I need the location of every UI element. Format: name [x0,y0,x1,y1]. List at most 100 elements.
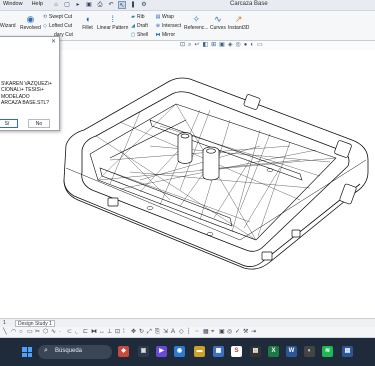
revolved-cut-button[interactable]: ◉ Revolved [20,14,41,31]
trim-icon[interactable]: ✂ [35,329,40,336]
home-icon[interactable]: ⌂ [52,1,60,9]
no-button[interactable]: No [28,119,50,128]
wrap-label: Wrap [162,14,174,20]
stretch-icon[interactable]: ⇲ [163,329,168,336]
rotate-icon[interactable]: ↻ [139,329,144,336]
belt-icon[interactable]: ◎ [227,329,232,336]
fillet-label: Fillet [82,25,93,31]
dimension-icon[interactable]: ↔ [99,329,105,336]
menu-help[interactable]: Help [32,1,43,7]
zoom-fit-icon[interactable]: ⊡ [180,41,185,49]
centerline-icon[interactable]: ┈ [195,329,199,336]
arc-icon[interactable]: ◠ [11,329,16,336]
linear-pattern-button[interactable]: ⁞ Linear Pattern [97,14,128,31]
view-settings-icon[interactable]: ▭ [257,41,263,49]
polygon-icon[interactable]: ⬡ [43,329,48,336]
task-view-icon[interactable]: ▣ [138,346,149,357]
menu-window[interactable]: Window [3,1,23,7]
search-icon: ⌕ [44,347,48,354]
windows-start-icon[interactable] [22,347,32,357]
yes-button[interactable]: Sí [0,119,18,128]
hole-wizard-button[interactable]: Wizard [0,23,16,29]
fillet-button[interactable]: ◖ Fillet [82,14,93,31]
plane-icon[interactable]: ◇ [179,329,184,336]
previous-view-icon[interactable]: ↩ [194,41,199,49]
wrap-button[interactable]: ▤ Wrap [155,14,174,20]
hide-show-items-icon[interactable]: ◎ [235,41,240,49]
grid-icon[interactable]: ▦ [203,329,209,336]
apply-scene-icon[interactable]: ◐ [250,41,254,49]
edit-appearance-icon[interactable]: ● [244,41,248,49]
view-orientation-icon[interactable]: ▣ [219,41,225,49]
exit-sketch-icon[interactable]: ⇥ [251,329,256,336]
slot-icon[interactable]: ⊂ [67,329,72,336]
teams-icon[interactable]: ▶ [156,346,167,357]
shell-button[interactable]: ▢ Shell [130,32,149,38]
display-style-icon[interactable]: ◈ [228,41,233,49]
mirror-label: Mirror [162,32,176,38]
store-icon[interactable]: ▦ [213,346,224,357]
edge-icon[interactable]: ◉ [174,346,185,357]
block-icon[interactable]: ▣ [219,329,225,336]
zoom-area-icon[interactable]: ⌕ [188,41,191,49]
tab-model[interactable]: 1 [3,320,6,326]
print-icon[interactable]: ⎙ [96,1,104,9]
rectangle-icon[interactable]: ▭ [27,329,33,336]
photos-icon[interactable]: ◐ [304,346,315,357]
mirror-button[interactable]: ⧓ Mirror [155,32,176,38]
relation-icon[interactable]: ⊥ [107,329,112,336]
close-icon[interactable]: ✕ [51,38,56,45]
options-icon[interactable]: ⚙ [140,1,148,9]
pattern-sketch-icon[interactable]: ⁞ [123,329,125,336]
point-icon[interactable]: · [59,329,61,336]
scale-icon[interactable]: ⤢ [147,329,152,336]
file-explorer-icon[interactable]: ▬ [194,346,205,357]
construction-icon[interactable]: ┆ [187,329,191,336]
curves-label: Curves [210,25,226,31]
solidworks-icon[interactable]: S [231,346,242,357]
swept-cut-button[interactable]: ⟲ Swept Cut [42,14,72,20]
copy-icon[interactable]: ⎘ [155,329,160,336]
rib-button[interactable]: ▰ Rib [130,14,144,20]
instant3d-button[interactable]: ↗ Instant3D [228,14,249,31]
draft-button[interactable]: ◢ Draft [130,23,148,29]
undo-icon[interactable]: ↶ [107,1,115,9]
open-icon[interactable]: ▸ [74,1,82,9]
intersect-icon: ⊕ [155,23,161,29]
intersect-button[interactable]: ⊕ Intersect [155,23,181,29]
shell-icon: ▢ [130,32,136,38]
line-icon[interactable]: ╲ [3,329,7,336]
section-view-icon[interactable]: ◧ [202,41,208,49]
fillet-sketch-icon[interactable]: ◟ [75,329,77,336]
app-icon[interactable]: ▤ [250,346,261,357]
excel-icon[interactable]: X [268,346,279,357]
check-sketch-icon[interactable]: ✓ [235,329,240,336]
move-icon[interactable]: ✥ [131,329,136,336]
repair-icon[interactable]: ⚒ [243,329,248,336]
rebuild-icon[interactable]: ❚ [129,1,137,9]
tab-design-study[interactable]: Design Study 1 [15,320,55,327]
draft-label: Draft [137,23,148,29]
document-icon[interactable]: ▤ [342,346,353,357]
quick-access-toolbar: ⌂ ▢ ▸ ▣ ⎙ ↶ ↖ ❚ ⚙ [52,1,148,9]
mirror-sketch-icon[interactable]: ⧓ [91,329,97,336]
curves-button[interactable]: ∿ Curves [210,14,226,31]
taskbar-search-box[interactable]: ⌕ Búsqueda [38,345,112,359]
select-icon[interactable]: ↖ [118,1,126,9]
windows-taskbar: ⌕ Búsqueda ◆ ▣ ▶ ◉ ▬ ▦ S ▤ X W ◐ ≋ ▤ [0,338,375,366]
snap-icon[interactable]: ⌖ [211,329,214,336]
lofted-cut-button[interactable]: ◇ Lofted Cut [42,23,72,29]
offset-icon[interactable]: ⊏ [83,329,88,336]
word-icon[interactable]: W [286,346,297,357]
reference-geometry-button[interactable]: ✧ Referenc... [184,14,208,31]
swept-cut-icon: ⟲ [42,14,48,20]
save-icon[interactable]: ▣ [85,1,93,9]
dynamic-annotation-icon[interactable]: ⊞ [211,41,216,49]
spline-icon[interactable]: ∿ [51,329,56,336]
new-icon[interactable]: ▢ [63,1,71,9]
widgets-app-icon[interactable]: ◆ [118,346,129,357]
spotify-icon[interactable]: ≋ [322,346,333,357]
circle-icon[interactable]: ○ [19,329,23,336]
convert-icon[interactable]: ⊡ [115,329,120,336]
text-icon[interactable]: A [171,329,175,336]
